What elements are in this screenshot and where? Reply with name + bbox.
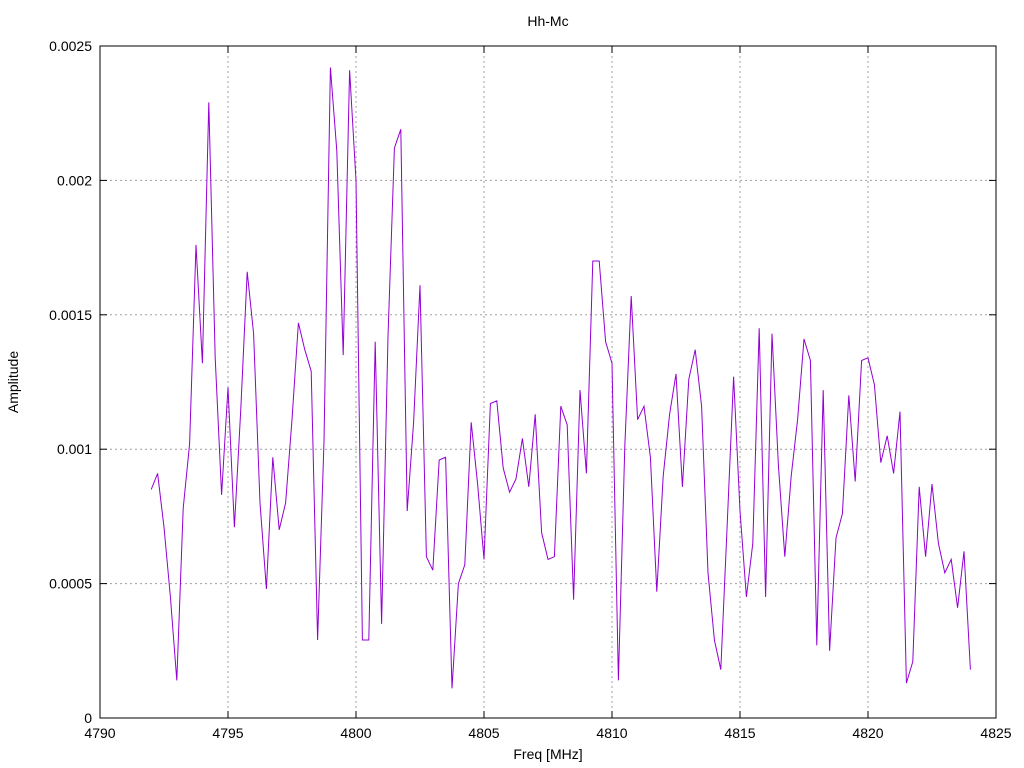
grid [100,46,996,718]
x-tick-label: 4815 [724,725,755,741]
plot-frame [99,45,997,719]
x-tick-label: 4825 [980,725,1011,741]
x-axis-label: Freq [MHz] [513,746,582,762]
x-tick-label: 4795 [212,725,243,741]
chart: 4790 4795 4800 4805 4810 4815 4820 4825 0 0.0005 0… [5,13,1012,762]
chart-title: Hh-Mc [527,13,568,29]
x-tick-label: 4820 [852,725,883,741]
x-tick-label: 4805 [468,725,499,741]
ticks: 4790 4795 4800 4805 4810 4815 4820 4825 0 0.0005 0… [49,38,1012,741]
y-tick-label: 0 [84,710,92,726]
x-tick-label: 4790 [84,725,115,741]
y-tick-label: 0.002 [57,172,92,188]
y-tick-label: 0.001 [57,441,92,457]
x-tick-label: 4810 [596,725,627,741]
series-line [150,67,971,689]
y-tick-label: 0.0025 [49,38,92,54]
y-tick-label: 0.0005 [49,576,92,592]
y-axis-label: Amplitude [5,351,21,413]
x-tick-label: 4800 [340,725,371,741]
y-tick-label: 0.0015 [49,307,92,323]
series-layer [150,67,971,689]
